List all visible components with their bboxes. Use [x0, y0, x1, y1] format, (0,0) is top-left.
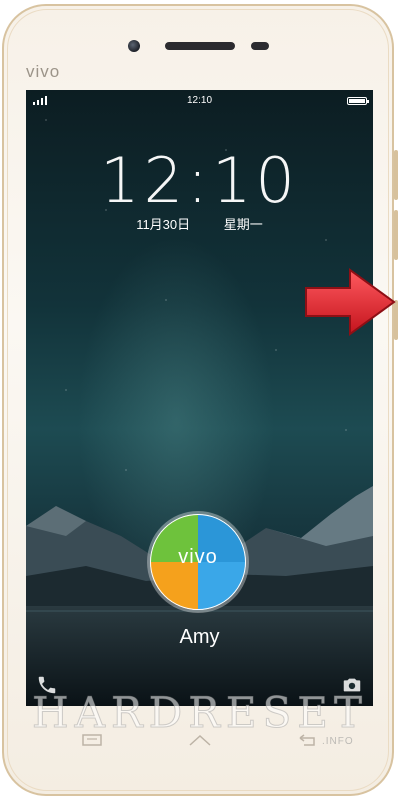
watermark-suffix: .INFO — [322, 736, 354, 747]
battery-icon — [347, 97, 369, 105]
proximity-sensor — [251, 42, 269, 50]
earpiece-speaker — [165, 42, 235, 50]
menu-icon[interactable] — [80, 734, 104, 746]
lock-clock: 12:10 — [100, 144, 299, 217]
lock-screen[interactable]: 12:10 12:10 11月30日 星期一 vivo Amy — [26, 90, 373, 706]
home-icon[interactable] — [188, 734, 212, 746]
status-time: 12:10 — [186, 95, 213, 106]
user-name: Amy — [179, 626, 220, 648]
front-camera — [128, 40, 140, 52]
volume-up-key[interactable] — [394, 150, 398, 200]
user-avatar[interactable]: vivo — [150, 514, 246, 610]
brand-logo: vivo — [26, 62, 61, 81]
back-icon[interactable] — [296, 734, 320, 746]
volume-down-key[interactable] — [394, 210, 398, 260]
watermark-text: HARDRESET — [32, 688, 368, 738]
weekday-label: 星期一 — [223, 217, 263, 232]
date-row: 11月30日 星期一 — [26, 214, 373, 233]
avatar-logo-text: vivo — [178, 546, 218, 568]
status-bar: 12:10 — [26, 90, 373, 110]
date-label: 11月30日 — [136, 217, 191, 232]
red-arrow-icon — [305, 268, 396, 336]
